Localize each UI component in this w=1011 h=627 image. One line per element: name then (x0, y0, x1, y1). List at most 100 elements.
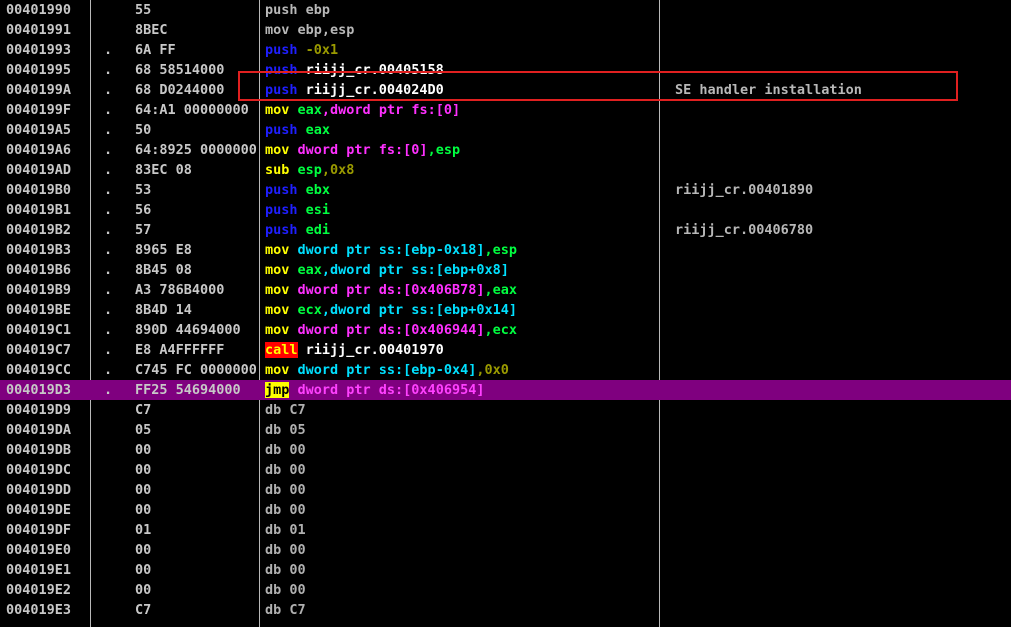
address-cell: 004019E1 (6, 562, 72, 578)
hex-bytes-cell: 00 (135, 502, 152, 518)
flow-marker: . (104, 202, 113, 218)
listing-row[interactable]: 004019B2. 57 push edi riijj_cr.00406780 (0, 220, 1011, 240)
mnemonic: db (265, 602, 282, 618)
operand: -0x1 (297, 42, 339, 58)
disassembly-cell: mov ebp,esp (265, 20, 657, 40)
listing-row[interactable]: 004019DA 05 db 05 (0, 420, 1011, 440)
listing-row[interactable]: 004019B6. 8B45 08 mov eax,dword ptr ss:[eb… (0, 260, 1011, 280)
disassembly-cell: push eax (265, 120, 657, 140)
disassembly-cell: push edi (265, 220, 657, 240)
disassembly-cell: db 00 (265, 560, 657, 580)
mnemonic: db (265, 562, 282, 578)
flow-marker: . (104, 182, 113, 198)
listing-row[interactable]: 0040199F. 64:A1 00000000 mov eax,dword ptr… (0, 100, 1011, 120)
listing-row[interactable]: 00401995. 68 58514000 push riijj_cr.004051… (0, 60, 1011, 80)
hex-bytes-cell: 00 (135, 442, 152, 458)
address-cell: 004019DF (6, 522, 72, 538)
listing-row[interactable]: 004019A6. 64:8925 00000000 mov dword ptr f… (0, 140, 1011, 160)
listing-row[interactable]: 004019E0 00 db 00 (0, 540, 1011, 560)
address-cell: 004019D3 (6, 382, 72, 398)
listing-row[interactable]: 004019E2 00 db 00 (0, 580, 1011, 600)
listing-row[interactable]: 004019C7. E8 A4FFFFFF call riijj_cr.004019… (0, 340, 1011, 360)
listing-row[interactable]: 00401990 55 push ebp (0, 0, 1011, 20)
address-cell: 004019E2 (6, 582, 72, 598)
hex-bytes-cell: 05 (135, 422, 152, 438)
flow-marker: . (104, 242, 113, 258)
operand: esp (289, 162, 322, 178)
address-cell: 004019DA (6, 422, 72, 438)
hex-bytes-cell: 64:8925 00000000 (135, 142, 256, 158)
mnemonic: mov (265, 22, 290, 38)
disassembly-cell: mov eax,dword ptr ss:[ebp+0x8] (265, 260, 657, 280)
listing-row[interactable]: 0040199A. 68 D0244000 push riijj_cr.004024… (0, 80, 1011, 100)
hex-bytes-cell: C745 FC 00000000 (135, 362, 256, 378)
operand: 00 (281, 582, 306, 598)
listing-row[interactable]: 004019B9. A3 786B4000 mov dword ptr ds:[0x… (0, 280, 1011, 300)
operand: eax (289, 102, 322, 118)
disassembly-cell: mov dword ptr ds:[0x406944],ecx (265, 320, 657, 340)
address-cell: 00401995 (6, 62, 72, 78)
listing-row[interactable]: 004019B3. 8965 E8 mov dword ptr ss:[ebp-0x… (0, 240, 1011, 260)
flow-marker: . (104, 142, 113, 158)
hex-bytes-cell: 00 (135, 462, 152, 478)
disassembly-cell: mov dword ptr ss:[ebp-0x18],esp (265, 240, 657, 260)
listing-row[interactable]: 004019E3 C7 db C7 (0, 600, 1011, 620)
address-cell: 004019DB (6, 442, 72, 458)
hex-bytes-cell: 68 58514000 (135, 62, 225, 78)
hex-bytes-cell: 8B4D 14 (135, 302, 192, 318)
listing-row[interactable]: 004019DC 00 db 00 (0, 460, 1011, 480)
flow-marker: . (104, 102, 113, 118)
operand: ,dword ptr ss:[ebp+0x14] (321, 302, 517, 318)
operand: ,0x0 (476, 362, 509, 378)
operand: , (321, 102, 331, 118)
listing-row[interactable]: 004019DD 00 db 00 (0, 480, 1011, 500)
address-cell: 004019E0 (6, 542, 72, 558)
disassembly-cell: db 00 (265, 500, 657, 520)
listing-row[interactable]: 00401991 8BEC mov ebp,esp (0, 20, 1011, 40)
address-cell: 004019BE (6, 302, 72, 318)
operand: ,esp (427, 142, 461, 158)
listing-row[interactable]: 004019E1 00 db 00 (0, 560, 1011, 580)
listing-row[interactable]: 004019D3. FF25 54694000 jmp dword ptr ds:[… (0, 380, 1011, 400)
address-cell: 004019CC (6, 362, 72, 378)
listing-row[interactable]: 004019C1. 890D 44694000 mov dword ptr ds:[… (0, 320, 1011, 340)
disassembly-cell: mov dword ptr ds:[0x406B78],eax (265, 280, 657, 300)
operand: riijj_cr.00401970 (297, 342, 444, 358)
operand: ebp,esp (289, 22, 355, 38)
listing-row[interactable]: 004019DF 01 db 01 (0, 520, 1011, 540)
address-cell: 004019B1 (6, 202, 72, 218)
mnemonic: mov (265, 242, 290, 258)
hex-bytes-cell: 56 (135, 202, 152, 218)
disassembly-cell: db 00 (265, 440, 657, 460)
disassembly-cell: db 00 (265, 580, 657, 600)
hex-bytes-cell: 55 (135, 2, 152, 18)
flow-marker: . (104, 322, 113, 338)
mnemonic: mov (265, 142, 290, 158)
mnemonic: mov (265, 262, 290, 278)
listing-row[interactable]: 004019BE. 8B4D 14 mov ecx,dword ptr ss:[eb… (0, 300, 1011, 320)
listing-row[interactable]: 004019A5. 50 push eax (0, 120, 1011, 140)
disassembly-listing[interactable]: 00401990 55 push ebp 00401991 8BEC mov ebp,es… (0, 0, 1011, 620)
operand: dword ptr ds:[0x406944] (289, 322, 485, 338)
listing-row[interactable]: 004019D9 C7 db C7 (0, 400, 1011, 420)
disassembly-cell: mov dword ptr fs:[0],esp (265, 140, 657, 160)
address-cell: 00401993 (6, 42, 72, 58)
address-cell: 004019A5 (6, 122, 72, 138)
disassembly-cell: db 05 (265, 420, 657, 440)
listing-row[interactable]: 004019B1. 56 push esi (0, 200, 1011, 220)
mnemonic: push (265, 82, 298, 98)
operand: edi (297, 222, 331, 238)
listing-row[interactable]: 004019DB 00 db 00 (0, 440, 1011, 460)
listing-row[interactable]: 004019AD. 83EC 08 sub esp,0x8 (0, 160, 1011, 180)
address-cell: 004019B6 (6, 262, 72, 278)
listing-row[interactable]: 00401993. 6A FF push -0x1 (0, 40, 1011, 60)
flow-marker: . (104, 122, 113, 138)
hex-bytes-cell: C7 (135, 602, 152, 618)
listing-row[interactable]: 004019B0. 53 push ebx riijj_cr.00401890 (0, 180, 1011, 200)
hex-bytes-cell: 57 (135, 222, 152, 238)
operand: C7 (281, 402, 306, 418)
listing-row[interactable]: 004019CC. C745 FC 00000000 mov dword ptr s… (0, 360, 1011, 380)
listing-row[interactable]: 004019DE 00 db 00 (0, 500, 1011, 520)
operand: eax (297, 122, 331, 138)
mnemonic: db (265, 502, 282, 518)
